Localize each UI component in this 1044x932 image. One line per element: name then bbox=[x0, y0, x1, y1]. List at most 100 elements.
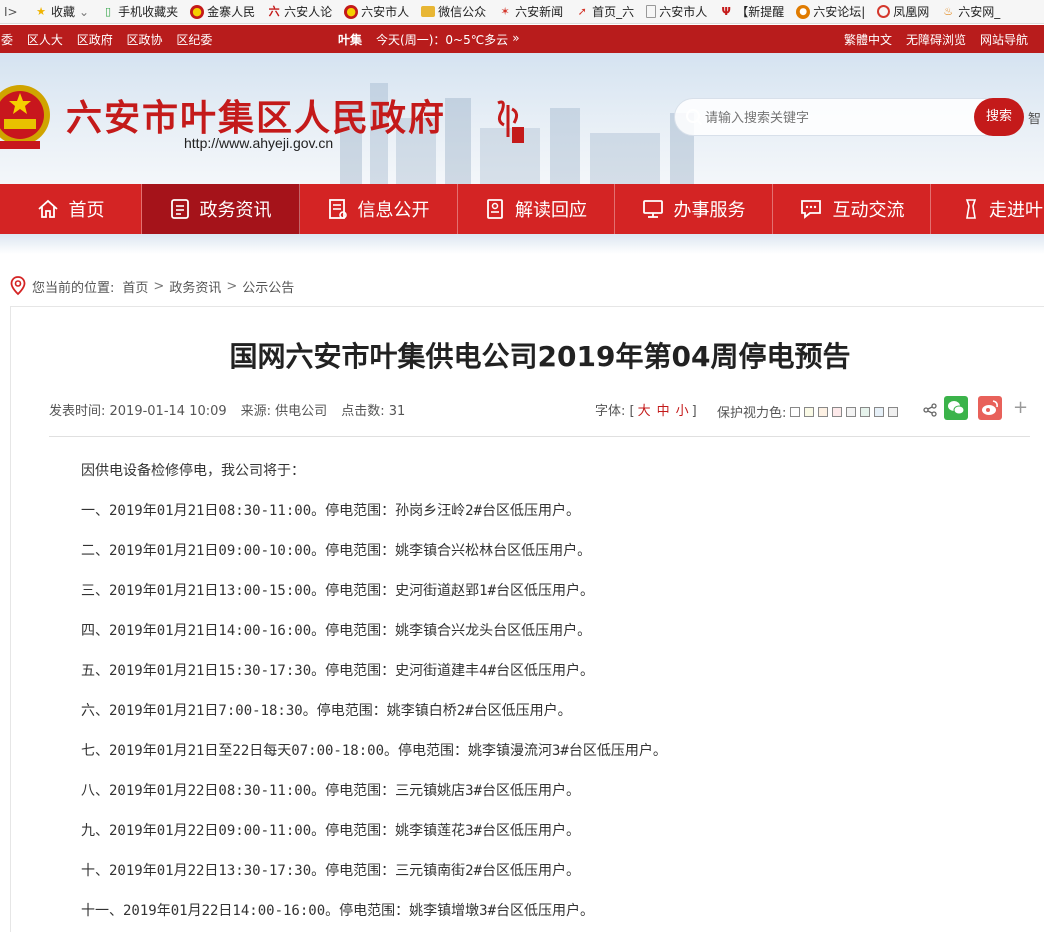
bookmark-item[interactable]: ✶ 六安新闻 bbox=[498, 3, 564, 20]
nav-label: 政务资讯 bbox=[199, 200, 272, 221]
bookmark-item[interactable]: 六 六安人论 bbox=[267, 3, 333, 20]
bookmark-item[interactable]: Ψ 【新提醒 bbox=[719, 3, 785, 20]
traditional-chinese-link[interactable]: 繁體中文 bbox=[844, 31, 892, 48]
accessibility-link[interactable]: 无障碍浏览 bbox=[906, 31, 966, 48]
bookmark-item[interactable]: ● 六安市人 bbox=[344, 3, 409, 20]
article-paragraph: 二、2019年01月21日09:00-10:00。停电范围：姚李镇合兴松林台区低… bbox=[81, 543, 592, 559]
bookmark-label: 手机收藏夹 bbox=[118, 5, 179, 19]
eyecare-label: 保护视力色: bbox=[717, 406, 787, 421]
bookmark-label: 首页_六 bbox=[592, 5, 635, 19]
bookmark-item[interactable]: ● 六安论坛| bbox=[796, 3, 865, 20]
weather-location: 叶集 bbox=[338, 32, 363, 47]
more-share-button[interactable]: + bbox=[1013, 397, 1028, 418]
meta-divider bbox=[49, 436, 1030, 437]
article-paragraph: 八、2019年01月22日08:30-11:00。停电范围：三元镇姚店3#台区低… bbox=[81, 783, 581, 799]
nav-label: 走进叶 bbox=[989, 200, 1043, 221]
bookmark-item[interactable]: 凤凰网 bbox=[877, 3, 929, 20]
nav-item-interaction[interactable]: 互动交流 bbox=[773, 184, 931, 234]
search-button[interactable]: 搜索 bbox=[974, 98, 1024, 136]
article-paragraph: 十一、2019年01月22日14:00-16:00。停电范围：姚李镇增墩3#台区… bbox=[81, 903, 595, 919]
bookmark-item[interactable]: ● 金寨人民 bbox=[190, 3, 255, 20]
eyecare-swatch[interactable] bbox=[832, 406, 843, 417]
org-link-renda[interactable]: 区人大 bbox=[27, 33, 63, 47]
article-paragraph: 九、2019年01月22日09:00-11:00。停电范围：姚李镇莲花3#台区低… bbox=[81, 823, 581, 839]
nav-label: 信息公开 bbox=[357, 200, 430, 221]
nav-label: 首页 bbox=[68, 200, 105, 221]
site-map-link[interactable]: 网站导航 bbox=[980, 31, 1028, 48]
bookmark-item[interactable]: ▯ 手机收藏夹 bbox=[101, 3, 178, 20]
org-link-zhengxie[interactable]: 区政协 bbox=[127, 33, 163, 47]
breadcrumb-separator: > bbox=[226, 278, 238, 294]
breadcrumb-separator: > bbox=[153, 278, 165, 294]
site-url: http://www.ahyeji.gov.cn bbox=[184, 135, 334, 151]
site-icon: ♨ bbox=[943, 4, 954, 18]
document-icon bbox=[328, 199, 347, 219]
smart-search-link[interactable]: 智 bbox=[1028, 108, 1041, 127]
bookmark-item[interactable]: 六安市人 bbox=[646, 3, 707, 20]
breadcrumb-news[interactable]: 政务资讯 bbox=[169, 277, 221, 296]
eyecare-swatch[interactable] bbox=[888, 406, 899, 417]
nav-item-disclosure[interactable]: 信息公开 bbox=[300, 184, 458, 234]
article-paragraph: 六、2019年01月21日7:00-18:30。停电范围：姚李镇白桥2#台区低压… bbox=[81, 703, 572, 719]
site-title: 六安市叶集区人民政府 bbox=[66, 97, 447, 139]
bookmark-favorites[interactable]: ★ 收藏 ⌄ bbox=[34, 3, 89, 20]
bookmark-item[interactable]: 微信公众 bbox=[421, 3, 486, 20]
eyecare-swatch[interactable] bbox=[874, 406, 885, 417]
font-large-button[interactable]: 大 bbox=[638, 404, 651, 419]
eyecare-swatch[interactable] bbox=[818, 406, 829, 417]
nav-item-about[interactable]: 走进叶 bbox=[931, 184, 1044, 234]
eyecare-swatch[interactable] bbox=[860, 406, 871, 417]
bookmark-item[interactable]: ♨ 六安网_ bbox=[941, 3, 1000, 20]
font-size-label: 字体: [ bbox=[595, 404, 635, 419]
click-count: 点击数: 31 bbox=[341, 404, 406, 419]
nav-item-home[interactable]: 首页 bbox=[0, 184, 142, 234]
utility-links: 繁體中文 无障碍浏览 网站导航 bbox=[844, 31, 1028, 48]
bookmark-label: 微信公众 bbox=[438, 5, 487, 19]
chevron-right-icon[interactable]: » bbox=[512, 31, 519, 48]
top-strip: 委 区人大 区政府 区政协 区纪委 叶集 今天(周一)：0~5℃多云 » 繁體中… bbox=[0, 25, 1044, 53]
site-icon: ● bbox=[796, 4, 811, 19]
nav-item-news[interactable]: 政务资讯 bbox=[142, 184, 300, 234]
site-icon: ➚ bbox=[577, 4, 587, 18]
bookmark-item[interactable]: ➚ 首页_六 bbox=[575, 3, 635, 20]
article-paragraph: 因供电设备检修停电，我公司将于： bbox=[81, 463, 305, 479]
header-banner: 六安市叶集区人民政府 http://www.ahyeji.gov.cn 搜索 智 bbox=[0, 53, 1044, 184]
news-icon bbox=[170, 199, 189, 219]
home-icon bbox=[37, 199, 58, 218]
calligraphy-seal-icon bbox=[497, 100, 524, 143]
org-link-jiwei[interactable]: 区纪委 bbox=[176, 33, 212, 47]
eyecare-swatch[interactable] bbox=[804, 406, 815, 417]
org-link-zhengfu[interactable]: 区政府 bbox=[77, 33, 113, 47]
article-source: 来源: 供电公司 bbox=[240, 404, 328, 419]
bookmark-label: 金寨人民 bbox=[207, 5, 256, 19]
nav-label: 解读回应 bbox=[515, 200, 587, 221]
emblem-icon: ● bbox=[344, 4, 359, 19]
nav-item-services[interactable]: 办事服务 bbox=[615, 184, 773, 234]
search-input[interactable] bbox=[705, 108, 955, 128]
font-medium-button[interactable]: 中 bbox=[657, 404, 670, 419]
wechat-share-icon[interactable] bbox=[944, 396, 968, 420]
monitor-icon bbox=[642, 200, 663, 218]
eyecare-color-picker: 保护视力色: bbox=[717, 402, 899, 421]
share-icon[interactable] bbox=[923, 403, 937, 417]
bookmarks-toggle[interactable]: I> bbox=[4, 5, 20, 19]
search-box bbox=[674, 98, 1024, 136]
site-icon: 六 bbox=[268, 4, 280, 18]
location-pin-icon bbox=[10, 276, 26, 296]
nav-label: 互动交流 bbox=[832, 200, 905, 221]
breadcrumb-notices[interactable]: 公示公告 bbox=[242, 277, 294, 296]
phone-icon: ▯ bbox=[105, 4, 112, 18]
weibo-share-icon[interactable] bbox=[978, 396, 1002, 420]
org-link[interactable]: 委 bbox=[1, 33, 13, 47]
breadcrumb: 您当前的位置: 首页 > 政务资讯 > 公示公告 bbox=[10, 276, 294, 296]
font-small-button[interactable]: 小 bbox=[676, 404, 689, 419]
eyecare-swatch[interactable] bbox=[846, 406, 857, 417]
walk-icon bbox=[965, 199, 977, 219]
bookmark-label: 六安市人 bbox=[659, 5, 708, 19]
bookmark-label: 收藏 bbox=[51, 5, 76, 19]
eyecare-swatch[interactable] bbox=[790, 406, 801, 417]
nav-item-interpretation[interactable]: 解读回应 bbox=[458, 184, 615, 234]
site-icon: Ψ bbox=[721, 4, 731, 18]
breadcrumb-home[interactable]: 首页 bbox=[122, 277, 148, 296]
bookmark-label: 六安论坛| bbox=[813, 5, 866, 19]
